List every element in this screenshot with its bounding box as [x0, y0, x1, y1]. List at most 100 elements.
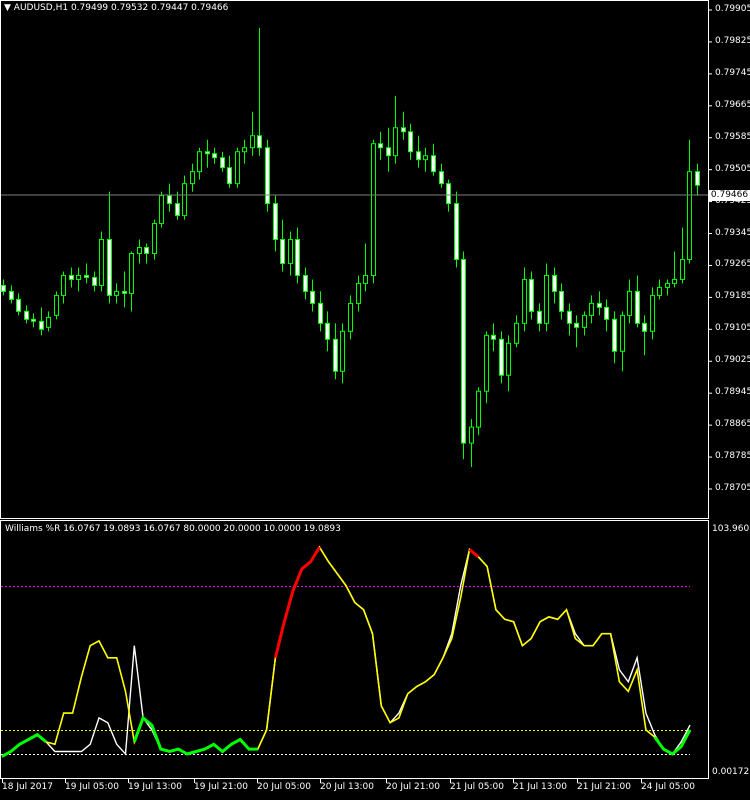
- candle: [265, 139, 270, 212]
- dropdown-arrow-icon[interactable]: ▼: [4, 3, 11, 13]
- candle-body: [582, 314, 587, 328]
- candle: [589, 295, 594, 324]
- time-tick-label: 21 Jul 13:00: [513, 782, 567, 792]
- wpr-yellow-line: [1, 545, 691, 758]
- candle-body: [61, 274, 66, 296]
- price-tick-label: 0.79265: [715, 259, 750, 270]
- candle: [469, 419, 474, 468]
- candle-body: [205, 151, 210, 155]
- candle: [242, 139, 247, 164]
- candle: [499, 331, 504, 384]
- indicator-top-label: 103.9607: [712, 524, 750, 534]
- price-tick-label: 0.79345: [715, 227, 750, 238]
- candle-body: [325, 322, 330, 340]
- axis-ticks: [2, 9, 712, 783]
- candle-body: [687, 171, 692, 260]
- candle-body: [461, 258, 466, 444]
- candle-body: [92, 276, 97, 286]
- candle-body: [76, 274, 81, 280]
- candle: [129, 251, 134, 312]
- candle: [454, 191, 459, 268]
- candle: [484, 331, 489, 404]
- candle: [356, 275, 361, 312]
- candle: [190, 163, 195, 192]
- candle-body: [54, 294, 59, 316]
- candle-body: [159, 195, 164, 225]
- candle-body: [114, 290, 119, 296]
- time-tick-label: 21 Jul 05:00: [450, 782, 504, 792]
- candle: [423, 147, 428, 172]
- candle: [386, 127, 391, 172]
- candle-body: [84, 274, 89, 278]
- candle: [212, 147, 217, 164]
- candle-body: [386, 147, 391, 157]
- indicator-bottom-label: 0.00172: [712, 767, 750, 777]
- candle: [280, 219, 285, 272]
- candle: [325, 311, 330, 352]
- candle: [408, 123, 413, 160]
- candle-body: [635, 290, 640, 324]
- candle-body: [333, 338, 338, 372]
- candle: [544, 263, 549, 332]
- symbol-header: ▼ AUDUSD,H1 0.79499 0.79532 0.79447 0.79…: [4, 3, 228, 14]
- current-price-label: 0.79466: [709, 190, 750, 201]
- candle-body: [356, 282, 361, 304]
- candle: [333, 323, 338, 380]
- candle: [642, 315, 647, 356]
- candle-body: [446, 183, 451, 205]
- indicator-frame: [0, 520, 709, 779]
- candle: [627, 279, 632, 324]
- candle-body: [144, 247, 149, 254]
- time-tick-label: 19 Jul 05:00: [65, 782, 119, 792]
- candle-body: [484, 334, 489, 392]
- candle: [514, 315, 519, 348]
- candle: [612, 311, 617, 364]
- candle: [597, 291, 602, 316]
- candle: [431, 143, 436, 176]
- candle-body: [537, 310, 542, 324]
- candle: [559, 283, 564, 320]
- candle-body: [348, 302, 353, 332]
- candle: [9, 285, 14, 304]
- wpr-green-segment: [1, 732, 48, 758]
- price-tick-label: 0.79905: [715, 4, 750, 14]
- candle-body: [627, 290, 632, 316]
- price-tick-label: 0.78785: [715, 451, 750, 462]
- candle: [552, 267, 557, 304]
- candle-body: [544, 274, 549, 324]
- candle: [348, 295, 353, 340]
- candle-body: [416, 151, 421, 161]
- candle: [295, 227, 300, 284]
- candle: [46, 311, 51, 332]
- candle-body: [235, 151, 240, 185]
- candle-body: [499, 338, 504, 376]
- candle: [537, 303, 542, 332]
- candle-body: [439, 171, 444, 185]
- candle-body: [190, 171, 195, 185]
- time-tick-label: 20 Jul 13:00: [320, 782, 374, 792]
- candle: [378, 131, 383, 160]
- candle-body: [280, 239, 285, 264]
- candle: [567, 303, 572, 336]
- candle: [604, 299, 609, 332]
- candle: [76, 267, 81, 292]
- candle: [220, 151, 225, 172]
- candle: [175, 191, 180, 220]
- candle: [24, 305, 29, 324]
- price-tick-label: 0.79585: [715, 131, 750, 142]
- candle-body: [107, 239, 112, 296]
- candle-body: [514, 322, 519, 344]
- candle-body: [303, 274, 308, 292]
- candle-body: [604, 306, 609, 320]
- candle: [416, 135, 421, 168]
- candle-body: [182, 183, 187, 217]
- candle-body: [401, 127, 406, 133]
- candle-body: [574, 322, 579, 328]
- candle: [197, 147, 202, 180]
- candle: [303, 267, 308, 300]
- candle: [84, 263, 89, 284]
- candle: [1, 279, 6, 296]
- candle: [522, 267, 527, 332]
- main-chart-frame: [0, 0, 709, 519]
- candle-body: [31, 318, 36, 322]
